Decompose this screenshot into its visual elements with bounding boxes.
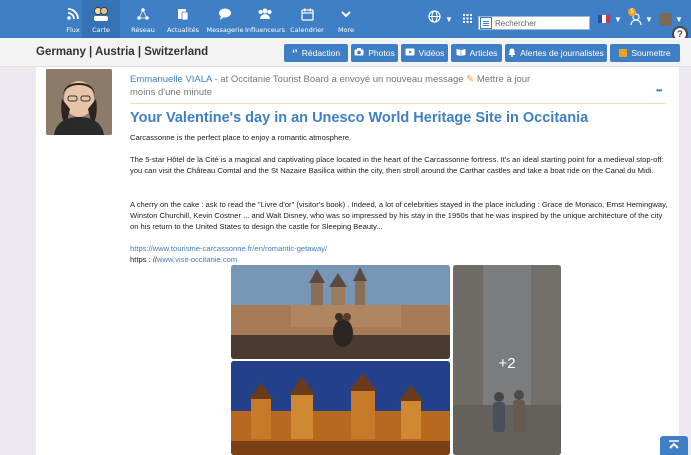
globe-icon <box>428 10 441 28</box>
tab-label: Alertes de journalistes <box>520 48 604 58</box>
bell-icon <box>508 48 516 59</box>
chevron-down-icon: ▼ <box>645 14 653 24</box>
nav-actualites[interactable]: Actualités <box>164 0 202 38</box>
chat-icon <box>218 6 232 22</box>
arrow-up-icon <box>668 437 680 455</box>
quote-icon: ❛❜ <box>291 47 298 58</box>
grid-icon <box>463 10 472 28</box>
nav-reseau[interactable]: Réseau <box>124 0 162 38</box>
section-bar: Germany | Austria | Switzerland ❛❜ Rédac… <box>0 38 691 67</box>
nav-label: Flux <box>66 26 80 34</box>
tab-label: Rédaction <box>301 48 341 58</box>
news-icon <box>176 6 190 22</box>
tab-redaction[interactable]: ❛❜ Rédaction <box>284 44 348 62</box>
carcassonne-night-photo[interactable] <box>231 361 450 455</box>
visit-occitanie-link[interactable]: www.visit-occitanie.com <box>157 255 237 264</box>
nav-calendrier[interactable]: Calendrier <box>288 0 326 38</box>
nav-label: Influenceurs <box>244 26 286 34</box>
post-paragraph-1: Carcassonne is the perfect place to enjo… <box>130 133 352 142</box>
user-avatar-small <box>659 12 672 26</box>
post-meta: Emmanuelle VIALA - at Occitanie Tourist … <box>130 73 670 99</box>
nav-label: Carte <box>92 26 110 34</box>
nav-influenceurs[interactable]: Influenceurs <box>244 0 286 38</box>
post-paragraph-2: The 5-star Hôtel de la Cité is a magical… <box>130 155 664 175</box>
group-icon <box>257 6 273 22</box>
post-links: https://www.tourisme-carcassonne.fr/en/r… <box>130 243 670 265</box>
tab-label: Soumettre <box>631 48 671 58</box>
country-flag-selector[interactable]: ▼ <box>598 0 622 38</box>
tab-soumettre[interactable]: Soumettre <box>610 44 680 62</box>
bell-person-icon: 5 <box>628 8 642 26</box>
romantic-getaway-link[interactable]: https://www.tourisme-carcassonne.fr/en/r… <box>130 244 327 253</box>
search-input[interactable] <box>478 16 590 30</box>
post-time: moins d'une minute <box>130 87 213 98</box>
notifications-button[interactable]: 5 ▼ <box>628 0 653 38</box>
map-people-icon <box>92 6 110 22</box>
post-action-text: - at Occitanie Tourist Board a envoyé un… <box>211 74 467 85</box>
nav-more[interactable]: More <box>327 0 365 38</box>
nav-label: Calendrier <box>290 26 324 34</box>
tab-photos[interactable]: Photos <box>351 44 398 62</box>
tab-articles[interactable]: Articles <box>451 44 502 62</box>
submit-icon <box>619 49 628 57</box>
region-title: Germany | Austria | Switzerland <box>36 46 209 58</box>
author-name-link[interactable]: Emmanuelle VIALA <box>130 74 212 85</box>
link-prefix: https : // <box>130 255 158 264</box>
video-icon <box>405 48 415 58</box>
edit-icon[interactable]: ✎ <box>466 74 474 85</box>
tab-videos[interactable]: Vidéos <box>401 44 448 62</box>
post-paragraph-3: A cherry on the cake : ask to read the "… <box>130 200 668 231</box>
tab-label: Photos <box>368 48 395 58</box>
nav-label: Actualités <box>166 26 200 34</box>
chevron-down-icon <box>340 6 352 22</box>
chevron-down-icon: ▼ <box>445 14 453 24</box>
camera-icon <box>354 48 364 58</box>
tab-label: Articles <box>469 48 498 58</box>
scroll-to-top-button[interactable] <box>660 436 688 455</box>
meta-divider <box>130 103 666 104</box>
grid-menu-button[interactable] <box>463 0 472 38</box>
book-icon <box>456 48 466 58</box>
tab-journalist-alerts[interactable]: Alertes de journalistes <box>505 44 607 62</box>
post-title[interactable]: Your Valentine's day in an Unesco World … <box>130 110 588 126</box>
search-list-icon <box>480 17 492 29</box>
chevron-down-icon: ▼ <box>614 14 622 24</box>
nav-label: Réseau <box>131 26 155 34</box>
france-flag-icon <box>598 15 610 23</box>
tab-label: Vidéos <box>418 48 445 58</box>
calendar-icon <box>300 6 314 22</box>
rss-icon <box>66 6 80 22</box>
more-options-button[interactable]: ••• <box>656 86 662 95</box>
couple-walking-photo[interactable]: +2 <box>453 265 561 455</box>
update-label[interactable]: Mettre à jour <box>474 74 530 85</box>
castle-couple-photo[interactable] <box>231 265 450 359</box>
nav-label: More <box>337 26 355 34</box>
nav-carte[interactable]: Carte <box>82 0 120 38</box>
author-avatar[interactable] <box>46 69 112 135</box>
network-icon <box>136 6 150 22</box>
top-navigation: Flux Carte Réseau Actualités Messagerie … <box>0 0 691 38</box>
notification-badge: 5 <box>628 8 636 16</box>
nav-messagerie[interactable]: Messagerie <box>206 0 244 38</box>
nav-label: Messagerie <box>206 26 244 34</box>
more-photos-count: +2 <box>498 355 516 372</box>
chevron-down-icon: ▼ <box>675 14 683 24</box>
language-globe-button[interactable]: ▼ <box>428 0 453 38</box>
